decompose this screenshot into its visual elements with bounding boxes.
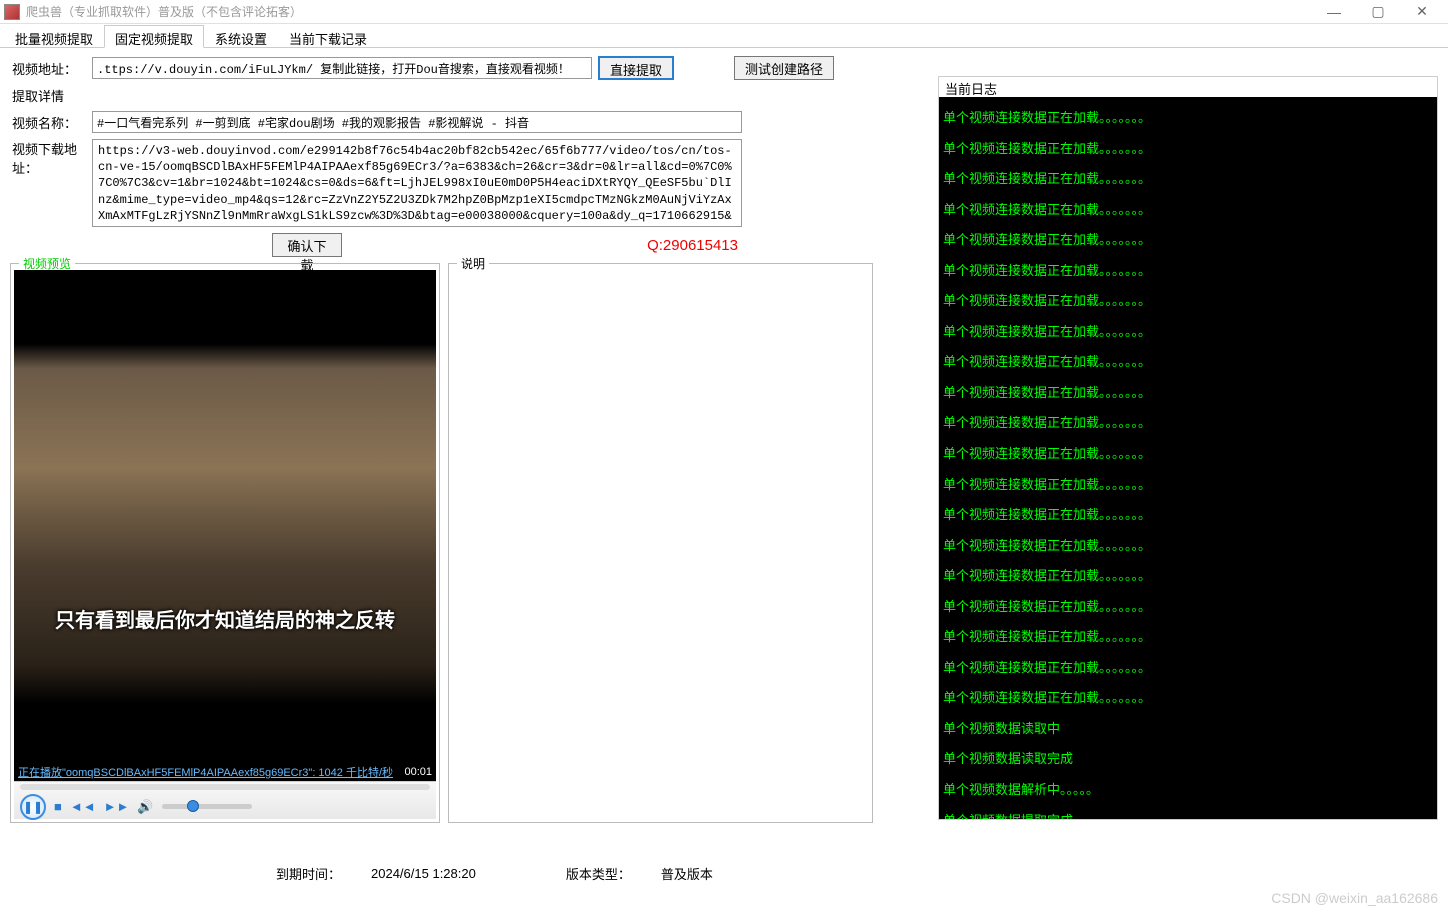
- log-line: 单个视频连接数据正在加载。。。。。。。: [943, 470, 1433, 501]
- log-title: 当前日志: [939, 77, 1437, 97]
- log-panel: 当前日志 单个视频连接数据正在加载。。。。。。。单个视频连接数据正在加载。。。。…: [938, 76, 1438, 820]
- log-line: 单个视频连接数据正在加载。。。。。。。: [943, 531, 1433, 562]
- log-line: 单个视频连接数据正在加载。。。。。。。: [943, 408, 1433, 439]
- log-line: 单个视频连接数据正在加载。。。。。。。: [943, 500, 1433, 531]
- video-caption: 只有看到最后你才知道结局的神之反转: [14, 604, 436, 633]
- log-line: 单个视频连接数据正在加载。。。。。。。: [943, 378, 1433, 409]
- player-controls: ❚❚ ■ ◄◄ ►► 🔊: [14, 781, 436, 819]
- extract-details-label: 提取详情: [12, 86, 64, 105]
- video-url-label: 视频地址：: [12, 59, 92, 78]
- log-line: 单个视频数据解析中。。。。。: [943, 775, 1433, 806]
- tab-download-records[interactable]: 当前下载记录: [278, 25, 378, 48]
- video-status-bar: 正在播放"oomqBSCDlBAxHF5FEMlP4AIPAAexf85g69E…: [14, 763, 436, 781]
- log-line: 单个视频连接数据正在加载。。。。。。。: [943, 347, 1433, 378]
- log-line: 单个视频连接数据正在加载。。。。。。。: [943, 134, 1433, 165]
- prev-button[interactable]: ◄◄: [70, 799, 96, 814]
- tab-bar: 批量视频提取 固定视频提取 系统设置 当前下载记录: [0, 24, 1448, 48]
- progress-bar[interactable]: [20, 784, 430, 790]
- video-url-input[interactable]: [92, 57, 592, 79]
- volume-slider[interactable]: [162, 804, 252, 809]
- video-player-area[interactable]: 只有看到最后你才知道结局的神之反转: [14, 270, 436, 763]
- expire-label: 到期时间：: [276, 864, 341, 883]
- video-time: 00:01: [404, 766, 432, 778]
- next-button[interactable]: ►►: [104, 799, 130, 814]
- play-pause-button[interactable]: ❚❚: [20, 794, 46, 820]
- log-line: 单个视频连接数据正在加载。。。。。。。: [943, 164, 1433, 195]
- confirm-download-button[interactable]: 确认下载: [272, 233, 342, 257]
- expire-value: 2024/6/15 1:28:20: [371, 866, 476, 881]
- status-bar: 到期时间： 2024/6/15 1:28:20 版本类型： 普及版本: [0, 860, 1448, 886]
- watermark: CSDN @weixin_aa162686: [1271, 890, 1438, 906]
- log-line: 单个视频连接数据正在加载。。。。。。。: [943, 561, 1433, 592]
- window-title: 爬虫兽（专业抓取软件）普及版（不包含评论拓客）: [26, 3, 302, 20]
- log-line: 单个视频连接数据正在加载。。。。。。。: [943, 439, 1433, 470]
- version-label: 版本类型：: [566, 864, 631, 883]
- direct-extract-button[interactable]: 直接提取: [598, 56, 674, 80]
- log-line: 单个视频连接数据正在加载。。。。。。。: [943, 317, 1433, 348]
- video-name-input[interactable]: [92, 111, 742, 133]
- log-line: 单个视频连接数据正在加载。。。。。。。: [943, 653, 1433, 684]
- version-value: 普及版本: [661, 864, 713, 883]
- tab-system-settings[interactable]: 系统设置: [204, 25, 278, 48]
- log-line: 单个视频数据读取中: [943, 714, 1433, 745]
- maximize-button[interactable]: ▢: [1356, 1, 1400, 23]
- close-button[interactable]: ✕: [1400, 1, 1444, 23]
- log-line: 单个视频数据提取完成: [943, 806, 1433, 819]
- log-body[interactable]: 单个视频连接数据正在加载。。。。。。。单个视频连接数据正在加载。。。。。。。单个…: [939, 97, 1437, 819]
- volume-icon[interactable]: 🔊: [137, 799, 153, 815]
- log-line: 单个视频连接数据正在加载。。。。。。。: [943, 195, 1433, 226]
- log-line: 单个视频连接数据正在加载。。。。。。。: [943, 622, 1433, 653]
- description-panel: 说明: [448, 263, 873, 823]
- log-line: 单个视频连接数据正在加载。。。。。。。: [943, 256, 1433, 287]
- title-bar: 爬虫兽（专业抓取软件）普及版（不包含评论拓客） — ▢ ✕: [0, 0, 1448, 24]
- test-path-button[interactable]: 测试创建路径: [734, 56, 834, 80]
- log-line: 单个视频连接数据正在加载。。。。。。。: [943, 103, 1433, 134]
- video-preview-panel: 视频预览 只有看到最后你才知道结局的神之反转 正在播放"oomqBSCDlBAx…: [10, 263, 440, 823]
- app-icon: [4, 4, 20, 20]
- minimize-button[interactable]: —: [1312, 1, 1356, 23]
- stop-button[interactable]: ■: [54, 799, 62, 814]
- log-line: 单个视频连接数据正在加载。。。。。。。: [943, 286, 1433, 317]
- q-contact: Q:290615413: [647, 237, 738, 254]
- download-url-textarea[interactable]: [92, 139, 742, 227]
- description-title: 说明: [457, 255, 489, 272]
- tab-fixed-extract[interactable]: 固定视频提取: [104, 25, 204, 48]
- video-status-text: 正在播放"oomqBSCDlBAxHF5FEMlP4AIPAAexf85g69E…: [18, 764, 393, 780]
- log-line: 单个视频连接数据正在加载。。。。。。。: [943, 592, 1433, 623]
- log-line: 单个视频连接数据正在加载。。。。。。。: [943, 683, 1433, 714]
- log-line: 单个视频数据读取完成: [943, 744, 1433, 775]
- log-line: 单个视频连接数据正在加载。。。。。。。: [943, 225, 1433, 256]
- video-name-label: 视频名称：: [12, 113, 92, 132]
- download-url-label: 视频下载地址：: [12, 139, 92, 177]
- tab-batch-extract[interactable]: 批量视频提取: [4, 25, 104, 48]
